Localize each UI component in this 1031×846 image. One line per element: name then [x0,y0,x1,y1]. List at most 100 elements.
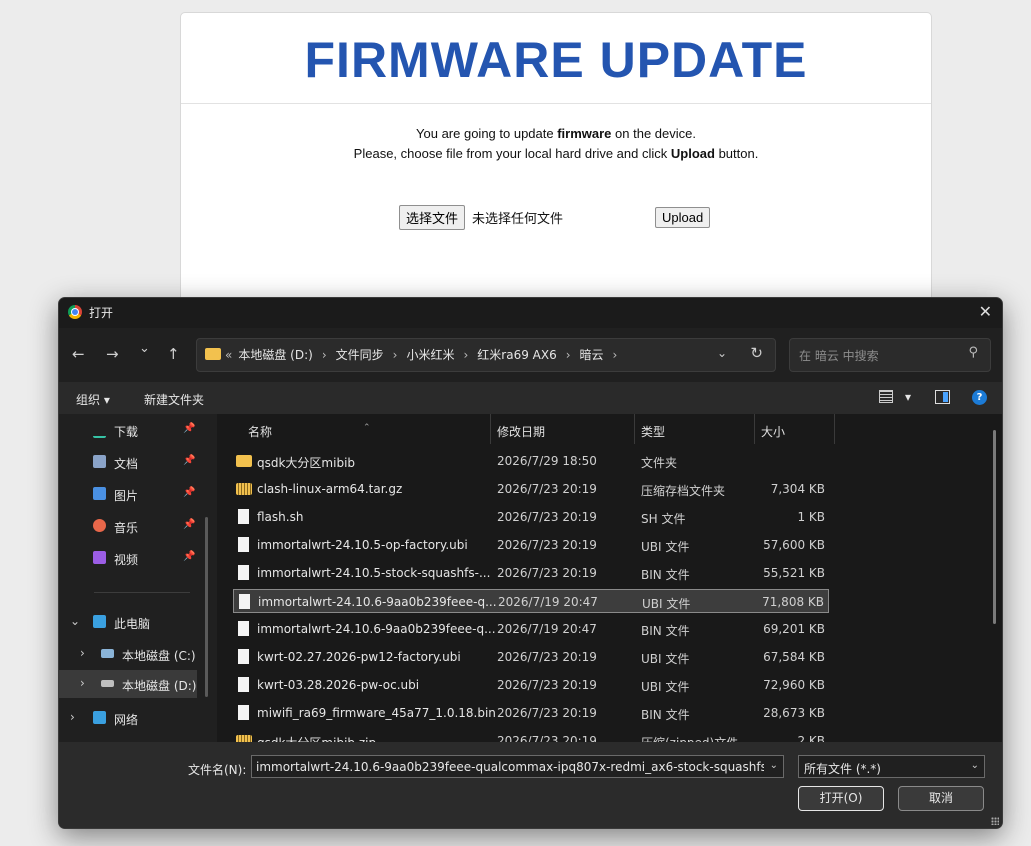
file-row[interactable]: miwifi_ra69_firmware_45a77_1.0.18.bin 202… [233,701,829,725]
drive-icon [101,649,114,658]
address-bar[interactable]: «本地磁盘 (D:) › 文件同步 › 小米红米 › 红米ra69 AX6 › 暗云 › ⌄ ↻ [196,338,776,372]
file-name: qsdk大分区mibib.zip [257,734,376,742]
file-row[interactable]: clash-linux-arm64.tar.gz 2026/7/23 20:19 压… [233,477,829,501]
open-button[interactable]: 打开(O) [798,786,884,811]
preview-pane-icon[interactable] [935,390,950,404]
sidebar-item-drive-c[interactable]: › 本地磁盘 (C:) [59,640,209,668]
organize-menu[interactable]: 组织 ▾ [76,391,110,408]
file-row[interactable]: kwrt-02.27.2026-pw12-factory.ubi 2026/7/2… [233,645,829,669]
file-name: immortalwrt-24.10.5-stock-squashfs-... [257,566,491,580]
chevron-right-icon[interactable]: › [80,676,85,690]
breadcrumb-item[interactable]: 暗云 [580,348,604,362]
file-date: 2026/7/29 18:50 [497,454,597,468]
column-divider[interactable] [490,414,491,444]
sidebar-item-downloads[interactable]: 下载 📌 [59,416,209,444]
file-icon [238,705,249,720]
filetype-select[interactable]: 所有文件 (*.*) ⌄ [798,755,985,778]
file-size: 69,201 KB [763,622,825,636]
computer-icon [93,615,106,628]
navigation-pane: 下载 📌 文档 📌 图片 📌 音乐 📌 视频 📌 ⌄ 此电脑 › 本地磁盘 (C… [59,414,217,742]
open-file-dialog: 打开 ✕ ← → ⌄ ↑ «本地磁盘 (D:) › 文件同步 › 小米红米 › 红米ra69… [58,297,1003,829]
cancel-button[interactable]: 取消 [898,786,984,811]
column-date[interactable]: 修改日期 [497,423,545,440]
help-icon[interactable]: ? [972,390,987,405]
file-name: immortalwrt-24.10.6-9aa0b239feee-q... [257,622,496,636]
view-dropdown-icon[interactable]: ▾ [905,390,911,404]
file-size: 55,521 KB [763,566,825,580]
column-divider[interactable] [634,414,635,444]
file-icon [238,649,249,664]
pin-icon[interactable]: 📌 [183,423,195,434]
file-row[interactable]: immortalwrt-24.10.5-op-factory.ubi 2026/7… [233,533,829,557]
sidebar-item-documents[interactable]: 文档 📌 [59,448,209,476]
file-date: 2026/7/23 20:19 [497,734,597,742]
sidebar-item-drive-d[interactable]: › 本地磁盘 (D:) [59,670,197,698]
file-size: 57,600 KB [763,538,825,552]
column-size[interactable]: 大小 [761,423,785,440]
file-icon [238,565,249,580]
breadcrumb-item[interactable]: 小米红米 [406,348,454,362]
breadcrumb-item[interactable]: 文件同步 [336,348,384,362]
file-row[interactable]: qsdk大分区mibib.zip 2026/7/23 20:19 压缩(zipped… [233,729,829,742]
filename-label: 文件名(N): [188,763,247,777]
file-row[interactable]: immortalwrt-24.10.6-9aa0b239feee-q... 202… [233,617,829,641]
chevron-down-icon: ⌄ [970,760,979,771]
back-arrow-icon[interactable]: ← [72,345,85,363]
pin-icon[interactable]: 📌 [183,455,195,466]
pin-icon[interactable]: 📌 [183,519,195,530]
file-name: clash-linux-arm64.tar.gz [257,482,403,496]
breadcrumb-item[interactable]: 红米ra69 AX6 [477,348,556,362]
file-date: 2026/7/23 20:19 [497,678,597,692]
file-list-scrollbar[interactable] [993,430,996,624]
file-row[interactable]: flash.sh 2026/7/23 20:19 SH 文件 1 KB [233,505,829,529]
file-date: 2026/7/19 20:47 [498,595,598,609]
column-type[interactable]: 类型 [641,423,665,440]
firmware-page-card: FIRMWARE UPDATE You are going to update … [180,12,932,314]
chevron-down-icon[interactable]: ⌄ [70,614,80,628]
breadcrumb-item[interactable]: 本地磁盘 (D:) [238,348,312,362]
file-row[interactable]: immortalwrt-24.10.5-stock-squashfs-... 20… [233,561,829,585]
sidebar-item-network[interactable]: › 网络 [59,704,209,732]
file-row[interactable]: kwrt-03.28.2026-pw-oc.ubi 2026/7/23 20:19… [233,673,829,697]
recent-locations-icon[interactable]: ⌄ [139,341,150,356]
pin-icon[interactable]: 📌 [183,551,195,562]
file-row[interactable]: immortalwrt-24.10.6-9aa0b239feee-q... 202… [233,589,829,613]
instruction-line-2: Please, choose file from your local hard… [353,146,759,161]
search-input[interactable]: 在 暗云 中搜索 ⚲ [789,338,991,372]
choose-file-button[interactable]: 选择文件 [399,205,466,230]
view-list-icon[interactable] [879,390,893,403]
close-icon[interactable]: ✕ [979,302,992,321]
file-list: ⌃ 名称 修改日期 类型 大小 qsdk大分区mibib 2026/7/29 18… [217,414,1002,742]
file-row[interactable]: qsdk大分区mibib 2026/7/29 18:50 文件夹 [233,449,829,473]
file-type: UBI 文件 [642,597,691,611]
column-name[interactable]: 名称 [248,423,272,440]
sidebar-item-this-pc[interactable]: ⌄ 此电脑 [59,608,209,636]
forward-arrow-icon[interactable]: → [106,345,119,363]
breadcrumb: «本地磁盘 (D:) › 文件同步 › 小米红米 › 红米ra69 AX6 › 暗云 › [205,346,626,363]
file-size: 7,304 KB [770,482,825,496]
filename-input[interactable]: immortalwrt-24.10.6-9aa0b239feee-qualcom… [251,755,784,778]
address-dropdown-icon[interactable]: ⌄ [717,346,727,360]
sidebar-scrollbar[interactable] [205,517,208,697]
sidebar-item-pictures[interactable]: 图片 📌 [59,480,209,508]
up-arrow-icon[interactable]: ↑ [167,345,180,363]
sidebar-item-music[interactable]: 音乐 📌 [59,512,209,540]
pin-icon[interactable]: 📌 [183,487,195,498]
page-title: FIRMWARE UPDATE [181,13,931,104]
file-type: BIN 文件 [641,624,690,638]
resize-grip-icon[interactable] [991,817,999,825]
refresh-icon[interactable]: ↻ [750,344,763,362]
column-divider[interactable] [754,414,755,444]
chevron-right-icon[interactable]: › [80,646,85,660]
file-icon [239,594,250,609]
upload-button[interactable]: Upload [655,207,711,228]
file-size: 67,584 KB [763,650,825,664]
file-icon [238,509,249,524]
sidebar-item-videos[interactable]: 视频 📌 [59,544,209,572]
new-folder-button[interactable]: 新建文件夹 [144,391,204,408]
dialog-footer: 文件名(N): immortalwrt-24.10.6-9aa0b239feee… [59,742,1002,828]
file-size: 72,960 KB [763,678,825,692]
chevron-right-icon[interactable]: › [70,710,75,724]
chevron-down-icon[interactable]: ⌄ [770,760,778,771]
column-divider[interactable] [834,414,835,444]
